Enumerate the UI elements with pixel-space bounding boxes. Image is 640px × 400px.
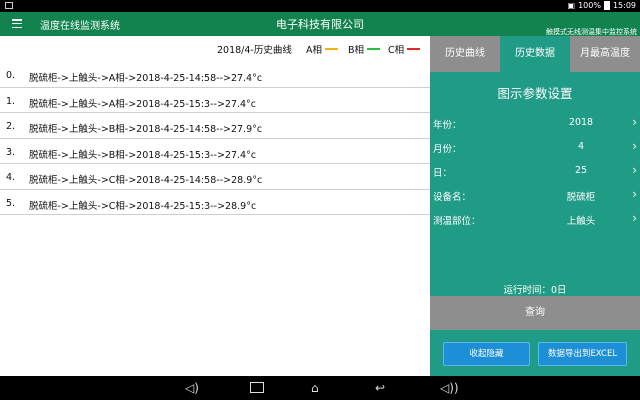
list-item[interactable]: 4. 脱硫柜->上触头->C相->2018-4-25-14:58-->28.9°…	[0, 164, 430, 190]
clock: 15:09	[612, 1, 636, 10]
legend-line-b	[367, 48, 381, 50]
legend-line-a	[325, 48, 338, 50]
param-label: 月份：	[433, 144, 462, 155]
param-value: 4	[577, 141, 585, 152]
volume-icon[interactable]: ◁)	[185, 381, 199, 395]
record-text: 脱硫柜->上触头->C相->2018-4-25-14:58-->28.9°c	[29, 175, 263, 186]
legend-line-c	[407, 48, 421, 50]
panel-title: 图示参数设置	[497, 86, 573, 101]
screenshot-icon	[5, 2, 13, 9]
record-text: 脱硫柜->上触头->A相->2018-4-25-15:3-->27.4°c	[29, 98, 257, 110]
legend-label: A相	[306, 45, 322, 56]
param-value: 25	[574, 165, 588, 176]
legend-label: B相	[348, 45, 365, 56]
chevron-right-icon: ›	[632, 139, 637, 153]
tab-monthly-max-temp[interactable]: 月最高温度	[570, 36, 640, 72]
chevron-right-icon: ›	[632, 211, 637, 225]
system-nav-bar: ◁) ⌂ ↩ ◁))	[0, 376, 640, 400]
collapse-button[interactable]: 收起隐藏	[443, 342, 530, 366]
chart-header: 2018/4-历史曲线 A相 B相 C相	[0, 36, 430, 59]
status-right: ▣ 100% 15:09	[567, 1, 636, 10]
chevron-right-icon: ›	[632, 115, 637, 129]
record-text: 脱硫柜->上触头->B相->2018-4-25-14:58-->27.9°c	[29, 124, 263, 135]
list-item[interactable]: 0. 脱硫柜->上触头->A相->2018-4-25-14:58-->27.4°…	[0, 62, 430, 88]
company-name: 电子科技有限公司	[276, 18, 364, 31]
record-text: 脱硫柜->上触头->A相->2018-4-25-14:58-->27.4°c	[29, 73, 263, 84]
param-day[interactable]: 日： 25 ›	[430, 161, 640, 181]
record-index: 1.	[6, 95, 16, 107]
runtime-text: 运行时间：0日	[503, 285, 567, 296]
export-excel-button[interactable]: 数据导出到EXCEL	[538, 342, 627, 366]
record-index: 5.	[6, 197, 16, 209]
tab-bar: 历史曲线 历史数据 月最高温度	[430, 36, 640, 72]
param-device[interactable]: 设备名： 脱硫柜 ›	[430, 185, 640, 205]
chevron-right-icon: ›	[632, 163, 637, 177]
param-label: 年份：	[433, 120, 462, 131]
sim-icon: ▣	[567, 1, 576, 10]
param-month[interactable]: 月份： 4 ›	[430, 137, 640, 157]
legend-b: B相	[348, 42, 381, 56]
list-item[interactable]: 2. 脱硫柜->上触头->B相->2018-4-25-14:58-->27.9°…	[0, 113, 430, 139]
param-label: 测温部位：	[433, 216, 481, 227]
record-index: 3.	[6, 146, 16, 158]
param-label: 日：	[433, 168, 453, 179]
app-bar: 温度在线监测系统 电子科技有限公司 触摸式无线测温集中监控系统	[0, 12, 640, 36]
record-index: 4.	[6, 172, 16, 183]
tab-history-data[interactable]: 历史数据	[500, 36, 570, 72]
recent-apps-icon[interactable]	[250, 382, 264, 393]
record-text: 脱硫柜->上触头->B相->2018-4-25-15:3-->27.4°c	[29, 149, 257, 161]
legend-c: C相	[388, 42, 421, 56]
record-text: 脱硫柜->上触头->C相->2018-4-25-15:3-->28.9°c	[29, 200, 257, 212]
record-index: 2.	[6, 121, 16, 132]
battery-level: 100%	[578, 1, 601, 10]
record-index: 0.	[6, 70, 16, 81]
status-bar: ▣ 100% 15:09	[0, 0, 640, 12]
param-value: 上触头	[566, 216, 596, 227]
list-item[interactable]: 3. 脱硫柜->上触头->B相->2018-4-25-15:3-->27.4°c	[0, 139, 430, 164]
list-item[interactable]: 5. 脱硫柜->上触头->C相->2018-4-25-15:3-->28.9°c	[0, 190, 430, 215]
query-button[interactable]: 查询	[430, 296, 640, 330]
param-value: 脱硫柜	[566, 192, 596, 203]
chart-header-title: 2018/4-历史曲线	[217, 45, 292, 56]
param-value: 2018	[568, 117, 594, 128]
tab-history-curve[interactable]: 历史曲线	[430, 36, 500, 72]
settings-panel: 历史曲线 历史数据 月最高温度 图示参数设置 年份： 2018 › 月份： 4 …	[430, 36, 640, 376]
home-icon[interactable]: ⌂	[311, 381, 319, 395]
legend-label: C相	[388, 45, 405, 56]
battery-icon	[603, 1, 610, 10]
chevron-right-icon: ›	[632, 187, 637, 201]
param-measure-point[interactable]: 测温部位： 上触头 ›	[430, 209, 640, 229]
param-label: 设备名：	[433, 192, 472, 203]
volume-up-icon[interactable]: ◁))	[440, 381, 459, 395]
param-year[interactable]: 年份： 2018 ›	[430, 113, 640, 133]
list-item[interactable]: 1. 脱硫柜->上触头->A相->2018-4-25-15:3-->27.4°c	[0, 88, 430, 113]
record-list: 0. 脱硫柜->上触头->A相->2018-4-25-14:58-->27.4°…	[0, 62, 430, 215]
back-icon[interactable]: ↩	[375, 381, 385, 395]
history-data-panel: 2018/4-历史曲线 A相 B相 C相 0. 脱硫柜->上触头->A相->20…	[0, 36, 430, 376]
legend-a: A相	[306, 42, 338, 56]
